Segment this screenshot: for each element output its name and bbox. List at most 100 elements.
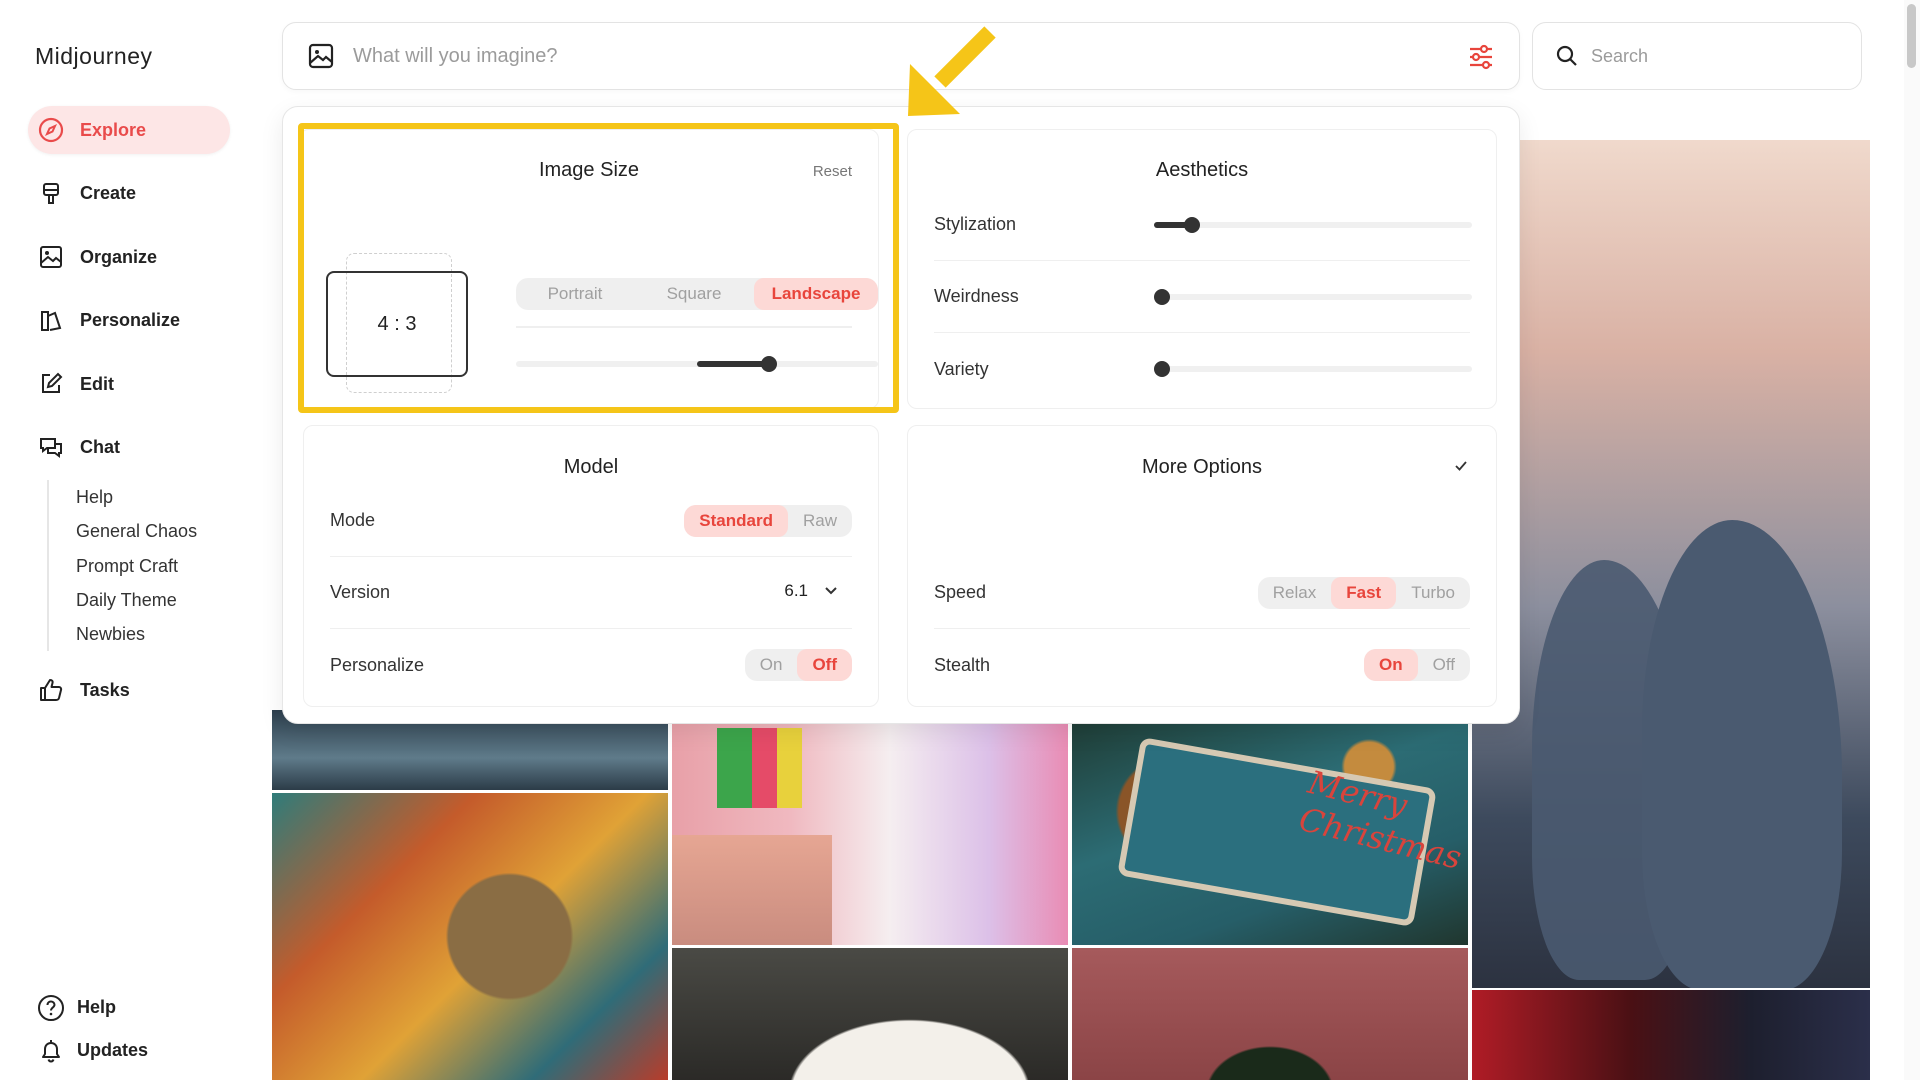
nav-help-label: Help	[77, 997, 117, 1017]
page-scrollbar[interactable]	[1904, 0, 1920, 1080]
stealth-label: Stealth	[934, 654, 991, 675]
chevron-down-icon	[825, 587, 837, 595]
variety-slider-knob[interactable]	[1154, 361, 1170, 377]
nav-edit[interactable]: Edit	[28, 360, 230, 408]
edit-icon	[38, 371, 64, 397]
chat-room-daily-theme[interactable]: Daily Theme	[76, 583, 197, 617]
aesthetics-card: Aesthetics Stylization Weirdness Variety	[907, 129, 1497, 409]
search-input[interactable]: Search	[1591, 46, 1648, 67]
chat-room-newbies[interactable]: Newbies	[76, 617, 197, 651]
reset-button[interactable]: Reset	[813, 163, 852, 180]
aspect-ratio-slider[interactable]	[516, 356, 878, 372]
weirdness-slider-knob[interactable]	[1154, 289, 1170, 305]
aspect-ratio-preview: 4 : 3	[326, 271, 468, 377]
aspect-ratio-slider-knob[interactable]	[761, 356, 777, 372]
nav-create[interactable]: Create	[28, 170, 230, 218]
nav-create-label: Create	[80, 183, 137, 203]
nav-organize[interactable]: Organize	[28, 233, 230, 281]
mode-label: Mode	[330, 510, 376, 530]
stealth-on[interactable]: On	[1364, 649, 1418, 681]
chat-icon	[38, 435, 64, 461]
divider	[516, 326, 852, 328]
gallery-image-pink-architecture[interactable]	[672, 720, 1068, 945]
speed-turbo[interactable]: Turbo	[1396, 577, 1470, 609]
image-prompt-icon[interactable]	[307, 42, 335, 70]
image-size-title: Image Size	[538, 159, 640, 181]
nav-help[interactable]: Help	[36, 986, 148, 1029]
stylization-label: Stylization	[934, 214, 1017, 234]
help-icon	[36, 993, 66, 1023]
nav-chat[interactable]: Chat	[28, 424, 230, 472]
personalize-icon	[38, 308, 64, 334]
image-size-card: Image Size Reset 4 : 3 Portrait Square L…	[299, 129, 879, 409]
mode-raw[interactable]: Raw	[788, 505, 852, 537]
aspect-ratio-label: 4 : 3	[377, 312, 417, 335]
gallery-image-neon-portraits[interactable]	[1472, 990, 1870, 1080]
version-value: 6.1	[784, 581, 808, 600]
stylization-slider-knob[interactable]	[1184, 217, 1200, 233]
speed-relax[interactable]: Relax	[1258, 577, 1331, 609]
gallery-image-holly[interactable]	[1072, 948, 1468, 1080]
mode-toggle: Standard Raw	[684, 505, 852, 537]
nav-personalize[interactable]: Personalize	[28, 297, 230, 345]
search-box[interactable]: Search	[1532, 22, 1862, 90]
search-icon	[1556, 45, 1577, 66]
tasks-nav: Tasks	[28, 666, 230, 730]
orientation-portrait[interactable]: Portrait	[516, 278, 634, 310]
nav-tasks[interactable]: Tasks	[28, 666, 230, 714]
variety-label: Variety	[934, 358, 989, 379]
nav-explore-label: Explore	[80, 119, 147, 140]
page-scrollbar-thumb[interactable]	[1907, 4, 1916, 68]
weirdness-slider[interactable]	[1154, 289, 1472, 305]
bottom-nav: Help Updates	[36, 986, 148, 1072]
sidebar: Midjourney Explore Create Organize Perso…	[0, 0, 270, 1080]
nav-tasks-label: Tasks	[80, 679, 130, 700]
gallery-image-cat[interactable]	[272, 793, 668, 1080]
personalize-off[interactable]: Off	[797, 649, 852, 681]
stylization-slider[interactable]	[1154, 217, 1472, 233]
nav-organize-label: Organize	[80, 246, 158, 267]
orientation-landscape[interactable]: Landscape	[754, 278, 878, 310]
personalize-toggle: On Off	[744, 649, 852, 681]
orientation-square[interactable]: Square	[634, 278, 754, 310]
settings-sliders-icon[interactable]	[1467, 43, 1495, 71]
nav-edit-label: Edit	[80, 373, 114, 394]
gallery-image-helmet[interactable]	[672, 948, 1068, 1080]
settings-panel: Image Size Reset 4 : 3 Portrait Square L…	[282, 106, 1520, 724]
model-card: Model Mode Standard Raw Version 6.1 Pers…	[303, 425, 879, 707]
nav-chat-label: Chat	[80, 437, 120, 457]
aspect-ratio-slider-fill	[697, 361, 769, 367]
compass-icon	[38, 117, 64, 143]
version-row: Version	[330, 557, 852, 629]
chat-room-general-chaos[interactable]: General Chaos	[76, 514, 197, 548]
personalize-on[interactable]: On	[745, 649, 798, 681]
nav-updates[interactable]: Updates	[36, 1029, 148, 1072]
checkmark-icon[interactable]	[1454, 460, 1468, 472]
nav-personalize-label: Personalize	[80, 310, 181, 330]
version-select[interactable]: 6.1	[784, 581, 838, 601]
stealth-off[interactable]: Off	[1418, 649, 1470, 681]
speed-fast[interactable]: Fast	[1331, 577, 1397, 609]
thumbs-up-icon	[38, 677, 64, 703]
chat-room-prompt-craft[interactable]: Prompt Craft	[76, 549, 197, 583]
gallery-image-gingerbread[interactable]: Merry Christmas	[1072, 722, 1468, 945]
gallery-image-wolves[interactable]	[1472, 140, 1870, 988]
variety-slider[interactable]	[1154, 361, 1472, 377]
speed-label: Speed	[934, 582, 987, 602]
annotation-arrow-icon	[908, 26, 996, 116]
brand-logo[interactable]: Midjourney	[35, 43, 153, 70]
personalize-label: Personalize	[330, 654, 425, 675]
speed-toggle: Relax Fast Turbo	[1257, 577, 1470, 609]
image-icon	[38, 244, 64, 270]
orientation-toggle: Portrait Square Landscape	[516, 278, 878, 310]
brush-icon	[38, 181, 64, 207]
model-title: Model	[563, 456, 619, 478]
nav-updates-label: Updates	[77, 1040, 149, 1060]
bell-icon	[36, 1036, 66, 1066]
mode-standard[interactable]: Standard	[684, 505, 788, 537]
more-options-card: More Options Speed Relax Fast Turbo Stea…	[907, 425, 1497, 707]
stealth-toggle: On Off	[1364, 649, 1470, 681]
prompt-input[interactable]: What will you imagine?	[353, 45, 558, 68]
nav-explore[interactable]: Explore	[28, 106, 230, 154]
chat-room-help[interactable]: Help	[76, 480, 197, 514]
